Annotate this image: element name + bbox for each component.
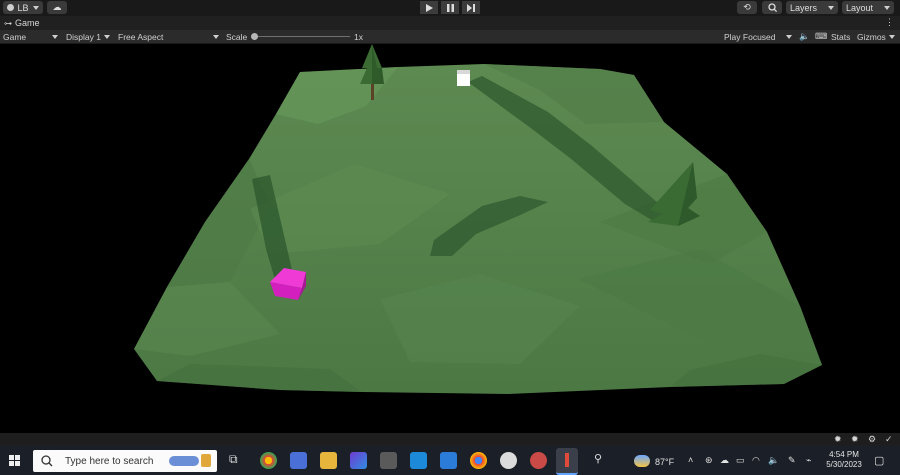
gizmos-dropdown[interactable]: Gizmos	[857, 31, 895, 42]
play-focused-label: Play Focused	[724, 31, 776, 42]
bug-icon[interactable]: ✹	[834, 434, 842, 445]
lock-icon	[201, 454, 211, 467]
keyboard-icon[interactable]: ⌨	[815, 31, 827, 42]
game-view-label: Game	[3, 31, 27, 42]
chevron-down-icon	[786, 34, 792, 39]
scale-slider-track[interactable]	[253, 36, 350, 37]
speaker-icon[interactable]: 🔈	[799, 31, 810, 42]
search-placeholder: Type here to search	[65, 455, 154, 467]
clock-time: 4:54 PM	[829, 450, 859, 459]
pause-button[interactable]	[441, 1, 459, 14]
debug-icon[interactable]: ✹	[851, 434, 859, 445]
chrome-alt-icon[interactable]	[470, 452, 487, 469]
gamepad-icon: ⊶	[4, 18, 12, 28]
weather-temp[interactable]: 87°F	[655, 457, 674, 467]
clock-date: 5/30/2023	[826, 460, 862, 469]
layout-label: Layout	[846, 2, 874, 13]
chevron-down-icon	[104, 34, 110, 39]
layers-label: Layers	[790, 2, 818, 13]
stats-button[interactable]: Stats	[831, 31, 850, 42]
game-view-dropdown[interactable]: Game	[3, 31, 58, 42]
scale-slider-handle[interactable]	[251, 33, 258, 40]
app-icon[interactable]	[530, 452, 547, 469]
windows-start-icon[interactable]	[9, 455, 21, 467]
step-button[interactable]	[462, 1, 480, 14]
game-viewport[interactable]	[0, 44, 900, 433]
task-view-icon[interactable]: ⧉	[229, 452, 246, 469]
aspect-label: Free Aspect	[118, 31, 164, 42]
aspect-dropdown[interactable]: Free Aspect	[118, 31, 219, 42]
search-highlight-icon	[169, 456, 199, 466]
more-options-icon[interactable]: ⋮	[885, 17, 894, 28]
gizmos-label: Gizmos	[857, 31, 886, 42]
chevron-down-icon	[828, 5, 834, 10]
step-icon	[467, 3, 475, 12]
chevron-down-icon	[213, 34, 219, 39]
pause-icon	[446, 3, 454, 12]
copilot-icon[interactable]	[350, 452, 367, 469]
display-dropdown[interactable]: Display 1	[66, 31, 110, 42]
unity-hub-icon[interactable]	[380, 452, 397, 469]
folder-icon[interactable]	[320, 452, 337, 469]
settings-icon[interactable]: ⚙	[868, 434, 876, 445]
unity-top-bar: LB ☁ ⟲ Layers Layout	[0, 0, 900, 16]
people-icon[interactable]: ⚲	[594, 452, 611, 469]
store-icon[interactable]	[290, 452, 307, 469]
game-view-toolbar: Game Display 1 Free Aspect Scale 1x Play…	[0, 30, 900, 44]
layers-dropdown[interactable]: Layers	[786, 1, 838, 14]
mail-icon[interactable]	[440, 452, 457, 469]
cloud-sync-icon[interactable]: ☁	[720, 455, 729, 466]
battery-icon[interactable]: ▭	[736, 455, 745, 466]
taskbar-search[interactable]: Type here to search	[33, 450, 217, 472]
chevron-down-icon	[32, 5, 39, 10]
display-label: Display 1	[66, 31, 101, 42]
white-block	[457, 70, 470, 86]
scale-value: 1x	[354, 31, 363, 42]
vscode-icon[interactable]	[410, 452, 427, 469]
pen-icon[interactable]: ✎	[788, 455, 796, 466]
account-icon	[7, 4, 15, 11]
chevron-down-icon	[889, 34, 895, 39]
weather-icon	[634, 455, 650, 467]
layout-dropdown[interactable]: Layout	[842, 1, 894, 14]
editor-status-strip: ✹ ✹ ⚙ ✓	[0, 433, 900, 446]
account-label: LB	[17, 2, 29, 13]
github-icon[interactable]	[500, 452, 517, 469]
wifi-icon[interactable]: ◠	[752, 455, 760, 466]
check-icon[interactable]: ✓	[885, 434, 893, 445]
search-icon	[767, 3, 777, 12]
network-icon[interactable]: ⌁	[806, 455, 811, 466]
tab-game[interactable]: ⊶ Game	[4, 17, 40, 29]
notification-icon[interactable]: ▢	[874, 454, 884, 467]
tray-app-icon[interactable]: ⊛	[705, 455, 713, 466]
volume-icon[interactable]: 🔈	[768, 455, 779, 466]
cloud-icon: ☁	[52, 2, 62, 12]
account-dropdown[interactable]: LB	[3, 1, 43, 14]
play-focused-dropdown[interactable]: Play Focused	[724, 31, 792, 42]
game-scene	[134, 44, 822, 394]
unity-pin-icon	[565, 453, 569, 467]
taskbar-clock[interactable]: 4:54 PM 5/30/2023	[826, 450, 862, 470]
game-tab-row: ⊶ Game ⋮	[0, 16, 900, 30]
history-button[interactable]: ⟲	[737, 1, 757, 14]
play-button[interactable]	[420, 1, 438, 14]
search-button[interactable]	[762, 1, 782, 14]
chrome-icon[interactable]	[260, 452, 277, 469]
tab-game-label: Game	[15, 18, 40, 28]
cloud-button[interactable]: ☁	[47, 1, 67, 14]
scale-label: Scale	[226, 31, 248, 42]
chevron-up-icon[interactable]: ˄	[688, 455, 693, 465]
unity-editor-icon[interactable]	[556, 448, 578, 475]
chevron-down-icon	[52, 34, 58, 39]
chevron-down-icon	[884, 5, 890, 10]
history-icon: ⟲	[743, 2, 751, 12]
search-icon	[41, 455, 53, 467]
play-icon	[425, 3, 433, 12]
